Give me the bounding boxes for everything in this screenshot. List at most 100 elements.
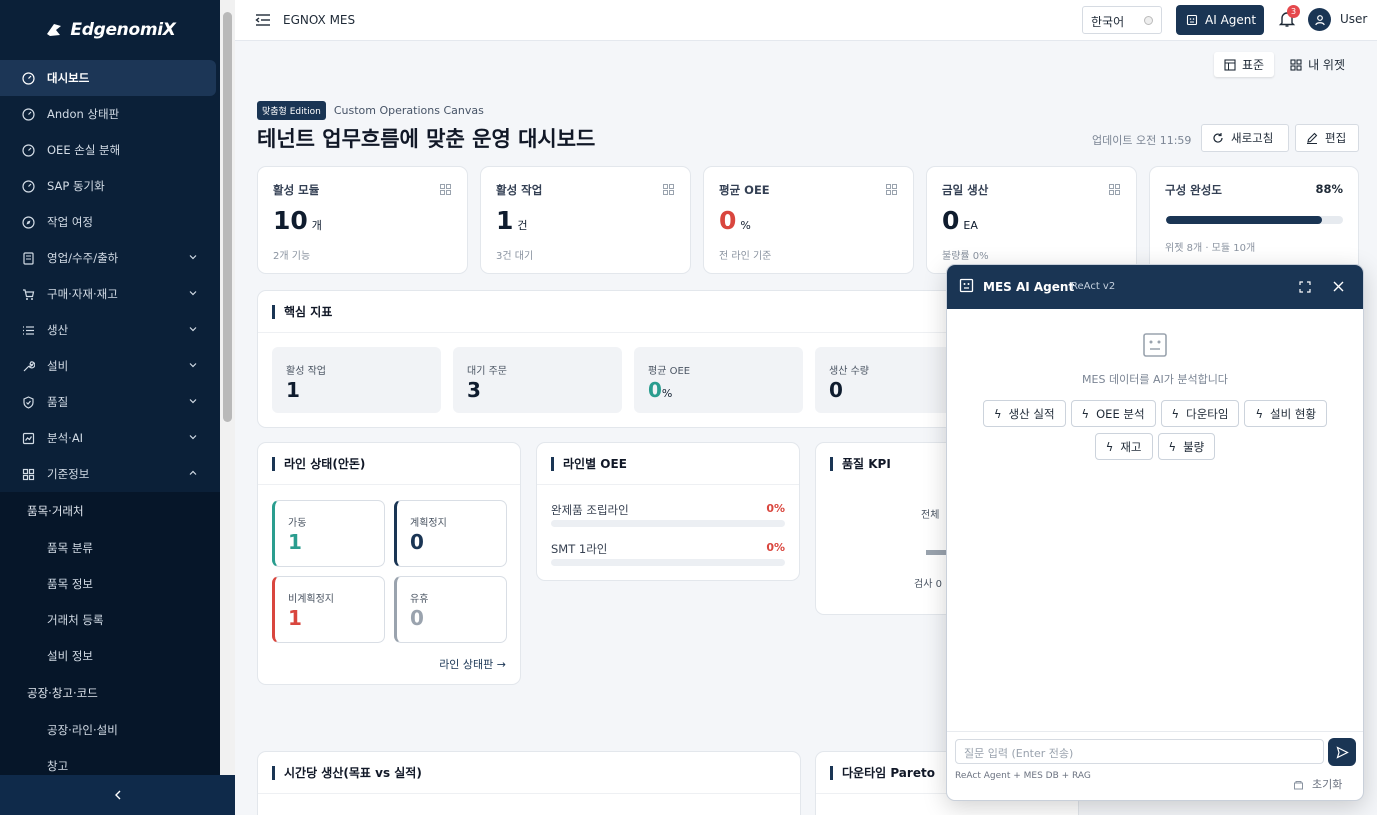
- line-status-unplanned-stop[interactable]: 비계획정지 1: [272, 576, 385, 643]
- submenu-item-factory-line[interactable]: 공장·라인·설비: [0, 712, 220, 748]
- stat-card-active-jobs[interactable]: 활성 작업 1건 3건 대기: [480, 166, 691, 274]
- oee-row[interactable]: SMT 1라인 0%: [551, 541, 785, 566]
- refresh-button[interactable]: 새로고침: [1201, 124, 1289, 152]
- edit-button[interactable]: 편집: [1295, 124, 1359, 152]
- chevron-up-icon: [189, 470, 197, 475]
- close-icon[interactable]: [1333, 281, 1344, 292]
- stat-label: 금일 생산: [942, 183, 989, 197]
- view-my-widgets-label: 내 위젯: [1308, 58, 1345, 72]
- sidebar-item-quality[interactable]: 품질: [0, 384, 220, 420]
- submenu-item-category[interactable]: 품목 분류: [0, 530, 220, 566]
- section-title: 핵심 지표: [272, 305, 332, 319]
- kpi-number: 1: [286, 378, 300, 402]
- suggestion-chip-oee[interactable]: ϟ OEE 분석: [1070, 400, 1156, 427]
- avatar[interactable]: [1308, 8, 1331, 31]
- view-toggle: 표준 내 위젯: [1213, 52, 1355, 77]
- suggestion-chip-production[interactable]: ϟ 생산 실적: [982, 400, 1066, 427]
- widget-grid-icon[interactable]: [886, 184, 897, 195]
- sidebar: EdgenomiX 대시보드 Andon 상태판 OEE 손실 분해 SAP 동…: [0, 0, 220, 815]
- language-select[interactable]: 한국어: [1082, 6, 1162, 34]
- sidebar-item-equipment[interactable]: 설비: [0, 348, 220, 384]
- ai-agent-button[interactable]: AI Agent: [1176, 5, 1264, 35]
- quality-label-inspection: 검사 0: [914, 579, 942, 590]
- gauge-icon: [22, 71, 35, 85]
- oee-bar-track: [551, 520, 785, 527]
- sidebar-item-sap-sync[interactable]: SAP 동기화: [0, 168, 220, 204]
- list-icon: [22, 324, 35, 337]
- sidebar-item-label: 분석·AI: [47, 431, 84, 445]
- widget-grid-icon[interactable]: [1109, 184, 1120, 195]
- menu-toggle-icon[interactable]: [255, 13, 271, 27]
- line-oee-pct: 0%: [766, 502, 785, 515]
- reset-button[interactable]: 초기화: [1293, 776, 1342, 792]
- edition-row: 맞춤형 Edition Custom Operations Canvas: [257, 101, 484, 120]
- user-name[interactable]: User: [1340, 12, 1367, 26]
- sidebar-item-sales[interactable]: 영업/수주/출하: [0, 240, 220, 276]
- sidebar-scrollbar[interactable]: [220, 0, 235, 815]
- stat-unit: 건: [517, 219, 528, 232]
- submenu-group-items-partners[interactable]: 품목·거래처: [0, 492, 220, 530]
- stat-note: 불량률 0%: [942, 251, 989, 262]
- config-completion-card[interactable]: 구성 완성도 88% 위젯 8개 · 모듈 10개: [1149, 166, 1359, 274]
- stat-unit: EA: [963, 219, 978, 232]
- quality-dash: [926, 550, 948, 555]
- section-title: 라인별 OEE: [551, 457, 627, 471]
- sidebar-item-dashboard[interactable]: 대시보드: [0, 60, 216, 96]
- kpi-tile[interactable]: 대기 주문 3: [453, 347, 622, 413]
- view-my-widgets-button[interactable]: 내 위젯: [1280, 52, 1355, 77]
- line-status-running[interactable]: 가동 1: [272, 500, 385, 567]
- status-label: 비계획정지: [288, 594, 334, 605]
- compass-icon: [22, 215, 35, 229]
- chevron-down-icon: [189, 255, 197, 260]
- suggestion-chip-defect[interactable]: ϟ 불량: [1157, 433, 1216, 460]
- sidebar-item-journey[interactable]: 작업 여정: [0, 204, 220, 240]
- section-divider: [258, 793, 800, 794]
- master-data-submenu: 품목·거래처 품목 분류 품목 정보 거래처 등록 설비 정보 공장·창고·코드…: [0, 492, 220, 784]
- suggestion-chips: ϟ 생산 실적 ϟ OEE 분석 ϟ 다운타임 ϟ 설비 현황 ϟ 재고 ϟ 불량: [967, 400, 1343, 460]
- status-label: 가동: [288, 518, 307, 529]
- sidebar-item-andon[interactable]: Andon 상태판: [0, 96, 220, 132]
- chat-divider: [947, 731, 1363, 732]
- widget-grid-icon[interactable]: [440, 184, 451, 195]
- sidebar-item-analytics[interactable]: 분석·AI: [0, 420, 220, 456]
- robot-icon: [959, 278, 974, 293]
- refresh-icon: [1213, 133, 1223, 143]
- submenu-item-partner-register[interactable]: 거래처 등록: [0, 602, 220, 638]
- stat-card-today-production[interactable]: 금일 생산 0 EA 불량률 0%: [926, 166, 1137, 274]
- widget-grid-icon[interactable]: [663, 184, 674, 195]
- brand-logo[interactable]: EdgenomiX: [0, 0, 220, 60]
- oee-row[interactable]: 완제품 조립라인 0%: [551, 502, 785, 527]
- sidebar-item-oee-loss[interactable]: OEE 손실 분해: [0, 132, 220, 168]
- chat-input[interactable]: 질문 입력 (Enter 전송): [955, 739, 1324, 764]
- kpi-tile[interactable]: 활성 작업 1: [272, 347, 441, 413]
- chip-label: 생산 실적: [1008, 406, 1055, 421]
- chip-label: 다운타임: [1186, 406, 1229, 421]
- sidebar-item-production[interactable]: 생산: [0, 312, 220, 348]
- ai-agent-label: AI Agent: [1205, 13, 1257, 27]
- section-title: 라인 상태(안돈): [272, 457, 365, 471]
- config-progress-fill: [1166, 216, 1322, 224]
- chat-title: MES AI Agent: [983, 280, 1075, 294]
- submenu-item-equipment-info[interactable]: 설비 정보: [0, 638, 220, 674]
- scrollbar-thumb[interactable]: [223, 12, 232, 422]
- lightning-icon: ϟ: [993, 406, 1002, 421]
- chevron-down-icon: [189, 399, 197, 404]
- submenu-item-item-info[interactable]: 품목 정보: [0, 566, 220, 602]
- suggestion-chip-equipment[interactable]: ϟ 설비 현황: [1244, 400, 1328, 427]
- stat-card-avg-oee[interactable]: 평균 OEE 0% 전 라인 기준: [703, 166, 914, 274]
- section-divider: [258, 484, 520, 485]
- line-status-board-link[interactable]: 라인 상태판 →: [439, 656, 506, 672]
- expand-icon[interactable]: [1299, 281, 1311, 293]
- line-status-idle[interactable]: 유휴 0: [394, 576, 507, 643]
- submenu-group-factory[interactable]: 공장·창고·코드: [0, 674, 220, 712]
- stat-card-active-modules[interactable]: 활성 모듈 10 개 2개 기능: [257, 166, 468, 274]
- suggestion-chip-inventory[interactable]: ϟ 재고: [1094, 433, 1153, 460]
- sidebar-item-purchase[interactable]: 구매·자재·재고: [0, 276, 220, 312]
- suggestion-chip-downtime[interactable]: ϟ 다운타임: [1160, 400, 1240, 427]
- kpi-tile[interactable]: 평균 OEE 0%: [634, 347, 803, 413]
- sidebar-collapse-button[interactable]: [0, 775, 235, 815]
- line-status-planned-stop[interactable]: 계획정지 0: [394, 500, 507, 567]
- sidebar-item-master-data[interactable]: 기준정보: [0, 456, 220, 492]
- view-standard-button[interactable]: 표준: [1213, 52, 1275, 77]
- send-button[interactable]: [1328, 738, 1356, 766]
